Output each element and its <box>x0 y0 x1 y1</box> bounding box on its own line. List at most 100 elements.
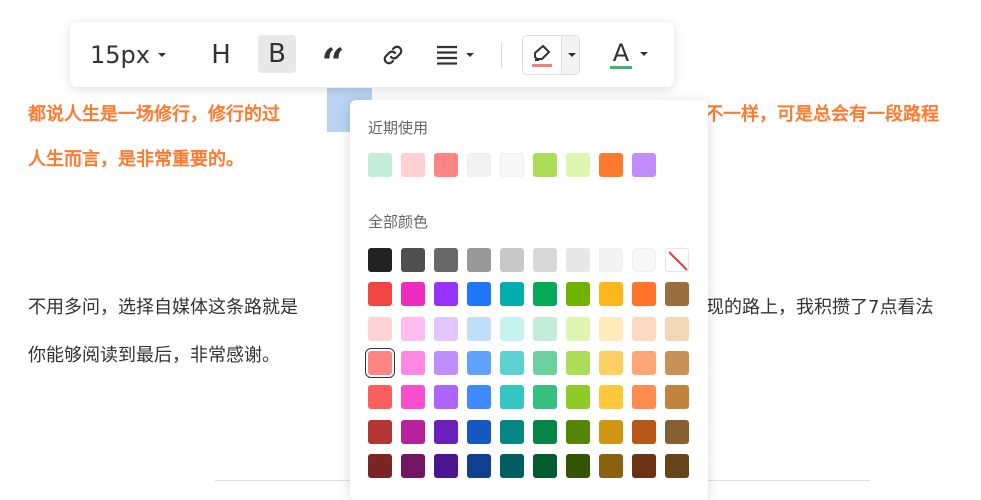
color-swatch[interactable] <box>533 350 557 375</box>
color-swatch[interactable] <box>434 350 458 375</box>
color-swatch[interactable] <box>533 453 557 478</box>
color-swatch[interactable] <box>467 350 491 375</box>
color-swatch[interactable] <box>665 316 689 341</box>
color-swatch[interactable] <box>533 385 557 410</box>
link-icon <box>383 45 403 65</box>
color-swatch[interactable] <box>599 316 623 341</box>
color-swatch[interactable] <box>401 419 425 444</box>
color-swatch[interactable] <box>566 453 590 478</box>
color-swatch[interactable] <box>632 248 656 272</box>
color-swatch[interactable] <box>566 153 590 177</box>
color-swatch[interactable] <box>401 453 425 478</box>
color-swatch[interactable] <box>500 153 524 177</box>
color-swatch[interactable] <box>533 282 557 307</box>
color-swatch[interactable] <box>665 350 689 375</box>
font-color-indicator <box>610 65 632 69</box>
color-swatch[interactable] <box>401 153 425 177</box>
color-swatch[interactable] <box>467 282 491 307</box>
color-swatch-selected[interactable] <box>365 347 395 378</box>
color-swatch[interactable] <box>434 282 458 307</box>
color-swatch[interactable] <box>599 350 623 375</box>
color-swatch[interactable] <box>632 453 656 478</box>
color-swatch[interactable] <box>599 385 623 410</box>
align-dropdown[interactable] <box>436 38 474 72</box>
highlight-color-button[interactable] <box>523 36 561 74</box>
color-swatch[interactable] <box>467 248 491 272</box>
color-swatch[interactable] <box>533 248 557 272</box>
link-button[interactable] <box>376 38 410 72</box>
color-swatch[interactable] <box>566 316 590 341</box>
font-size-dropdown[interactable]: 15px <box>90 38 166 72</box>
color-swatch[interactable] <box>500 350 524 375</box>
color-swatch[interactable] <box>467 316 491 341</box>
color-swatch[interactable] <box>665 453 689 478</box>
quote-button[interactable]: “ <box>318 38 348 87</box>
color-swatch[interactable] <box>665 385 689 410</box>
highlight-color-indicator <box>532 63 552 67</box>
color-swatch[interactable] <box>368 248 392 272</box>
color-swatch[interactable] <box>401 282 425 307</box>
color-swatch[interactable] <box>665 282 689 307</box>
color-swatch[interactable] <box>368 316 392 341</box>
color-swatch[interactable] <box>533 153 557 177</box>
color-swatch[interactable] <box>434 153 458 177</box>
color-swatch[interactable] <box>632 350 656 375</box>
color-swatch[interactable] <box>599 453 623 478</box>
font-color-dropdown[interactable]: A <box>610 36 648 72</box>
color-swatch[interactable] <box>566 385 590 410</box>
color-swatch[interactable] <box>467 385 491 410</box>
color-swatch[interactable] <box>566 419 590 444</box>
heading-button[interactable]: H <box>206 38 236 72</box>
color-swatch[interactable] <box>368 453 392 478</box>
color-swatch[interactable] <box>467 153 491 177</box>
color-swatch[interactable] <box>632 385 656 410</box>
bold-button[interactable]: B <box>258 35 296 73</box>
color-swatch[interactable] <box>401 316 425 341</box>
color-swatch[interactable] <box>500 453 524 478</box>
body-text-line2[interactable]: 你能够阅读到最后，非常感谢。 <box>28 341 280 367</box>
color-swatch[interactable] <box>599 248 623 272</box>
color-swatch[interactable] <box>368 282 392 307</box>
chevron-down-icon <box>567 53 576 57</box>
color-swatch[interactable] <box>500 316 524 341</box>
color-swatch[interactable] <box>599 282 623 307</box>
color-swatch[interactable] <box>500 248 524 272</box>
color-swatch[interactable] <box>368 153 392 177</box>
color-swatch[interactable] <box>500 419 524 444</box>
color-swatch[interactable] <box>533 316 557 341</box>
recent-colors-label: 近期使用 <box>368 119 429 137</box>
color-picker-popup: 近期使用 全部颜色 <box>350 100 708 500</box>
color-swatch[interactable] <box>368 385 392 410</box>
color-swatch[interactable] <box>599 153 623 177</box>
color-swatch[interactable] <box>632 282 656 307</box>
color-swatch[interactable] <box>632 316 656 341</box>
color-swatch[interactable] <box>434 385 458 410</box>
color-swatch[interactable] <box>632 153 656 177</box>
color-swatch[interactable] <box>401 350 425 375</box>
color-swatch[interactable] <box>533 419 557 444</box>
color-swatch[interactable] <box>467 453 491 478</box>
color-swatch[interactable] <box>467 419 491 444</box>
color-swatch[interactable] <box>434 316 458 341</box>
no-color-swatch[interactable] <box>665 248 689 272</box>
color-swatch[interactable] <box>368 419 392 444</box>
color-swatch[interactable] <box>599 419 623 444</box>
color-swatch[interactable] <box>632 419 656 444</box>
highlight-color-dropdown[interactable] <box>561 36 579 74</box>
body-text-line1-right[interactable]: 现的路上，我积攒了7点看法 <box>706 293 933 319</box>
body-text-line1-left[interactable]: 不用多问，选择自媒体这条路就是 <box>28 293 298 319</box>
color-swatch[interactable] <box>434 453 458 478</box>
heading-text-line1-left[interactable]: 都说人生是一场修行，修行的过 <box>28 100 280 126</box>
color-swatch[interactable] <box>566 282 590 307</box>
color-swatch[interactable] <box>401 248 425 272</box>
color-swatch[interactable] <box>566 350 590 375</box>
color-swatch[interactable] <box>500 282 524 307</box>
color-swatch[interactable] <box>401 385 425 410</box>
color-swatch[interactable] <box>566 248 590 272</box>
color-swatch[interactable] <box>434 248 458 272</box>
color-swatch[interactable] <box>434 419 458 444</box>
heading-text-line2[interactable]: 人生而言，是非常重要的。 <box>28 145 244 171</box>
heading-text-line1-right[interactable]: 不一样，可是总会有一段路程 <box>705 100 939 126</box>
color-swatch[interactable] <box>500 385 524 410</box>
color-swatch[interactable] <box>665 419 689 444</box>
